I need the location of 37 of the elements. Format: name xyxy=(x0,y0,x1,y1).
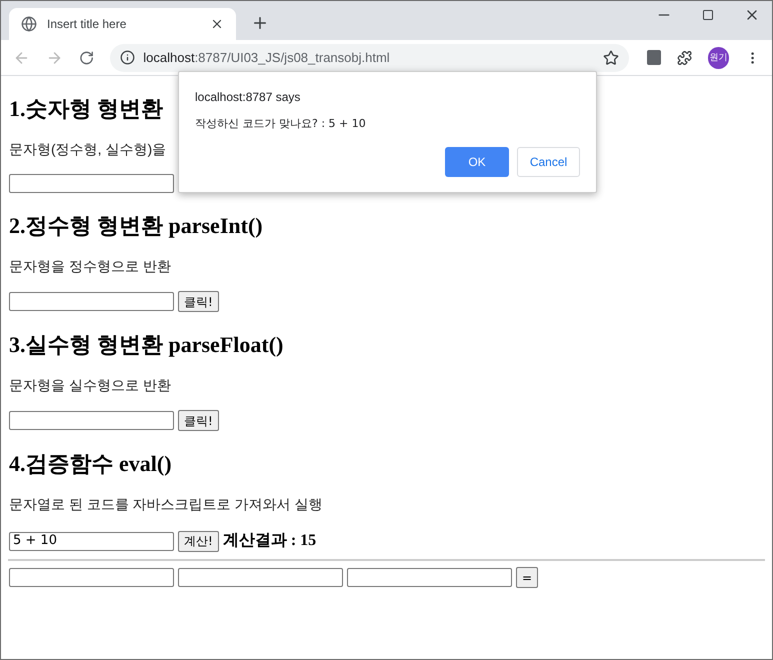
section-heading: 3.실수형 형변환 parseFloat() xyxy=(9,332,284,358)
ok-button[interactable]: OK xyxy=(445,146,509,176)
input-field[interactable] xyxy=(178,568,343,587)
reload-icon[interactable] xyxy=(79,50,94,66)
action-button[interactable]: 클릭! xyxy=(178,291,219,312)
browser-tab[interactable]: Insert title here xyxy=(9,8,236,40)
action-button[interactable]: 계산! xyxy=(178,530,219,552)
maximize-icon[interactable] xyxy=(702,9,714,21)
section-heading: 4.검증함수 eval() xyxy=(9,451,172,477)
input-field[interactable] xyxy=(9,174,174,193)
input-field[interactable] xyxy=(9,292,174,311)
section-description: 문자형을 정수형으로 반환 xyxy=(9,257,171,275)
section-heading: 1.숫자형 형변환 xyxy=(9,96,163,122)
section-description: 문자형을 실수형으로 반환 xyxy=(9,376,171,394)
input-field[interactable] xyxy=(347,568,512,587)
input-field[interactable] xyxy=(9,411,174,430)
info-icon xyxy=(120,50,136,65)
star-icon[interactable] xyxy=(602,50,619,66)
section-heading: 2.정수형 형변환 parseInt() xyxy=(9,213,263,239)
cancel-button[interactable]: Cancel xyxy=(517,146,580,176)
url-text: localhost:8787/UI03_JS/js08_transobj.html xyxy=(143,48,391,67)
result-text: 계산결과 : 15 xyxy=(222,531,316,551)
action-button[interactable]: 클릭! xyxy=(178,410,219,431)
section-description: 문자형(정수형, 실수형)을 xyxy=(9,140,166,158)
profile-avatar[interactable]: 원기 xyxy=(708,46,729,68)
puzzle-icon[interactable] xyxy=(676,50,692,66)
dialog-message: 작성하신 코드가 맞나요? : 5 + 10 xyxy=(195,116,367,132)
dialog-title: localhost:8787 says xyxy=(195,89,302,106)
input-field[interactable] xyxy=(9,568,174,587)
equals-button[interactable]: = xyxy=(516,567,538,588)
close-icon[interactable] xyxy=(210,17,224,31)
tab-title: Insert title here xyxy=(47,16,128,33)
section-description: 문자열로 된 코드를 자바스크립트로 가져와서 실행 xyxy=(9,495,322,513)
address-bar[interactable]: localhost:8787/UI03_JS/js08_transobj.html xyxy=(110,44,629,72)
input-field[interactable]: 5 + 10 xyxy=(9,532,174,550)
new-tab-icon[interactable] xyxy=(251,14,269,32)
globe-icon xyxy=(21,16,37,32)
